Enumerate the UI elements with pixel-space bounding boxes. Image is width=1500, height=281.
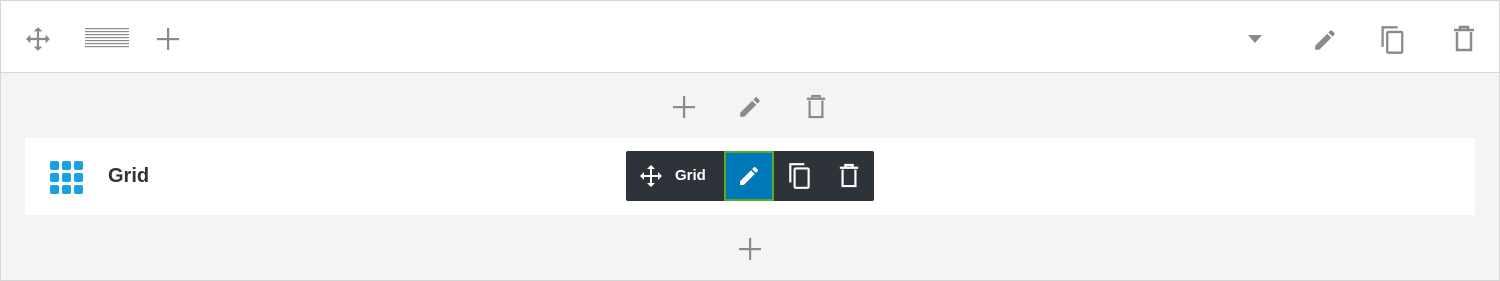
- module-toolbar: Grid: [626, 151, 874, 201]
- module-move-handle[interactable]: Grid: [626, 151, 723, 201]
- page-builder-row: Grid Grid: [0, 0, 1500, 281]
- layout-lines-icon[interactable]: [85, 27, 129, 49]
- copy-icon[interactable]: [785, 161, 815, 191]
- grid-icon: [50, 161, 84, 195]
- pencil-icon: [736, 163, 762, 189]
- trash-icon[interactable]: [836, 161, 862, 191]
- move-arrows-icon[interactable]: [24, 25, 52, 53]
- column-edit-pencil-icon[interactable]: [736, 93, 764, 121]
- trash-icon[interactable]: [1448, 23, 1480, 55]
- caret-down-icon[interactable]: [1244, 29, 1266, 49]
- add-module-bottom-plus-icon[interactable]: [736, 235, 764, 263]
- move-arrows-icon: [638, 163, 664, 189]
- copy-icon[interactable]: [1377, 23, 1409, 57]
- module-title: Grid: [108, 165, 150, 187]
- module-edit-button[interactable]: [724, 151, 774, 201]
- row-toolbar: [1, 1, 1499, 73]
- module-toolbar-label: Grid: [675, 167, 706, 184]
- column-toolbar: [1, 73, 1499, 139]
- column-trash-icon[interactable]: [802, 92, 830, 122]
- add-module-plus-icon[interactable]: [670, 93, 698, 121]
- pencil-icon[interactable]: [1310, 25, 1340, 55]
- add-column-plus-icon[interactable]: [154, 25, 182, 53]
- grid-module[interactable]: Grid Grid: [25, 138, 1475, 215]
